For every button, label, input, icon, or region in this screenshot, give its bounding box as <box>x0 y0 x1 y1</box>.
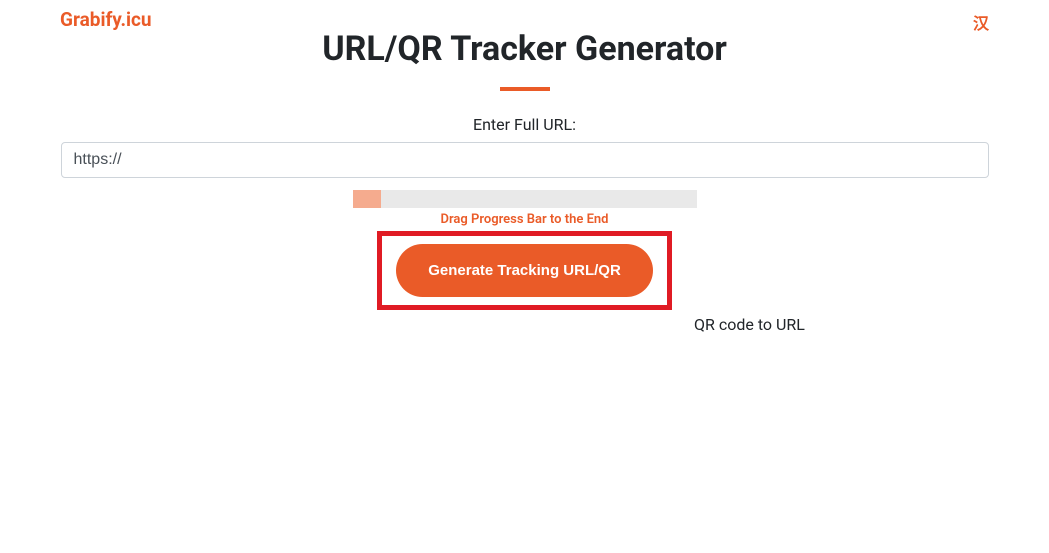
slider-hint: Drag Progress Bar to the End <box>0 212 1049 227</box>
button-highlight-box: Generate Tracking URL/QR <box>377 231 672 310</box>
captcha-slider-track[interactable] <box>353 190 697 208</box>
brand-logo[interactable]: Grabify.icu <box>60 8 152 31</box>
url-input-label: Enter Full URL: <box>0 115 1049 134</box>
title-divider <box>500 87 550 91</box>
qr-to-url-link[interactable]: QR code to URL <box>694 315 805 334</box>
url-input[interactable] <box>61 142 989 178</box>
language-switch[interactable]: 汉 <box>973 10 989 34</box>
generate-button[interactable]: Generate Tracking URL/QR <box>396 244 653 297</box>
page-title: URL/QR Tracker Generator <box>0 29 1049 69</box>
captcha-slider-handle[interactable] <box>353 190 381 208</box>
